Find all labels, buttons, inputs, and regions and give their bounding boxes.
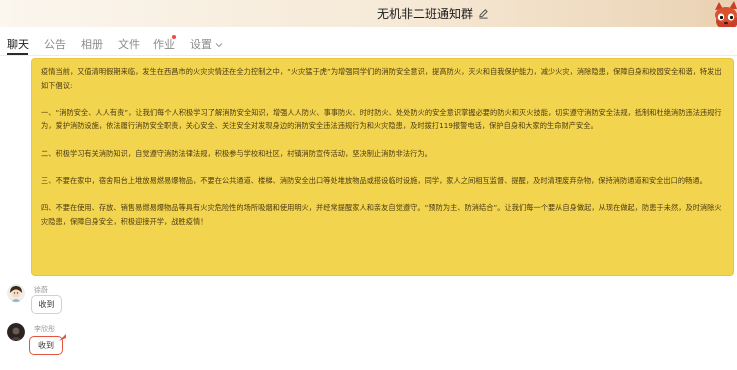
group-title-wrap[interactable]: 无机非二班通知群 — [377, 5, 489, 22]
active-tab-indicator — [7, 53, 28, 55]
tab-bar: 聊天 公告 相册 文件 作业 设置 — [0, 29, 737, 56]
chevron-down-icon — [215, 43, 223, 48]
notice-paragraph-4: 四、不要在使用、存放、销售易燃易爆物品等具有火灾危险性的场所吸烟和使用明火，并经… — [41, 202, 722, 226]
tab-announcement[interactable]: 公告 — [44, 36, 66, 52]
tab-files[interactable]: 文件 — [118, 36, 140, 52]
announcement-message-bubble[interactable]: 疫情当前，又值清明假期来临，发生在西昌市的火灾灾情还在全力控制之中，“火灾猛于虎… — [31, 58, 734, 276]
sender-name: 徐蔚 — [34, 286, 48, 294]
new-homework-dot — [172, 35, 176, 39]
tab-chat[interactable]: 聊天 — [7, 36, 29, 52]
notice-paragraph-1: 一、“消防安全、人人有责”，让我们每个人积极学习了解消防安全知识，增强人人防火、… — [41, 107, 722, 131]
sender-name: 李欣彤 — [34, 325, 55, 333]
tab-settings-label: 设置 — [190, 38, 212, 51]
cartoon-fox-icon — [705, 0, 737, 27]
cartoon-girl-avatar-icon[interactable] — [7, 284, 25, 302]
reply-message-bubble[interactable]: 收到 — [29, 336, 63, 355]
pencil-icon[interactable] — [478, 8, 489, 19]
tab-album[interactable]: 相册 — [81, 36, 103, 52]
reply-text: 收到 — [38, 300, 55, 309]
dark-portrait-avatar-icon[interactable] — [7, 323, 25, 341]
tab-settings[interactable]: 设置 — [190, 36, 223, 52]
group-title[interactable]: 无机非二班通知群 — [377, 5, 473, 22]
bubble-decoration-icon — [59, 334, 66, 341]
notice-paragraph-3: 三、不要在家中，宿舍阳台上堆放易燃易爆物品，不要在公共通道、楼梯、消防安全出口等… — [41, 175, 707, 185]
reply-message-bubble[interactable]: 收到 — [31, 295, 62, 314]
notice-paragraph-intro: 疫情当前，又值清明假期来临，发生在西昌市的火灾灾情还在全力控制之中，“火灾猛于虎… — [41, 67, 722, 90]
title-bar: 无机非二班通知群 — [0, 0, 737, 27]
notice-paragraph-2: 二、积极学习有关消防知识，自觉遵守消防法律法规，积极参与学校和社区，村镇消防宣传… — [41, 148, 432, 158]
reply-text: 收到 — [38, 341, 54, 350]
